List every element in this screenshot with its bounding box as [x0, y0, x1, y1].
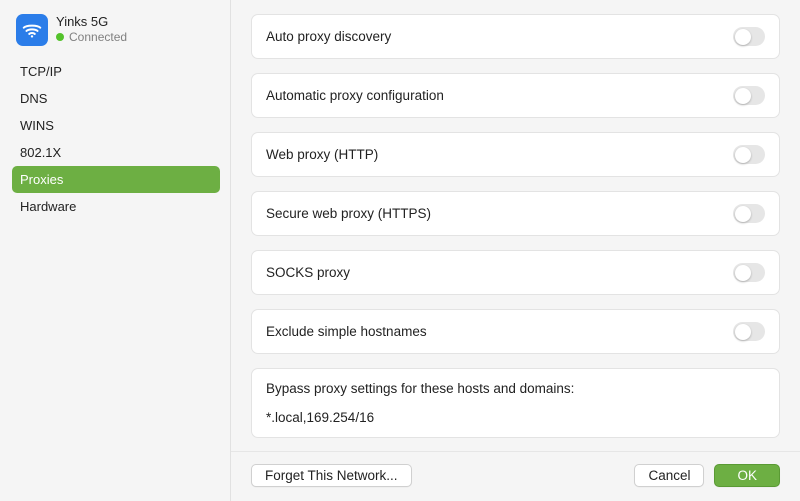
setting-label: Secure web proxy (HTTPS) [266, 206, 431, 221]
setting-auto-proxy-discovery: Auto proxy discovery [251, 14, 780, 59]
network-title-group: Yinks 5G Connected [56, 14, 127, 44]
toggle-auto-proxy-discovery[interactable] [733, 27, 765, 46]
setting-label: Auto proxy discovery [266, 29, 391, 44]
toggle-exclude-simple-hostnames[interactable] [733, 322, 765, 341]
cancel-button[interactable]: Cancel [634, 464, 704, 487]
setting-exclude-simple-hostnames: Exclude simple hostnames [251, 309, 780, 354]
sidebar-item-8021x[interactable]: 802.1X [12, 139, 220, 166]
sidebar-item-tcpip[interactable]: TCP/IP [12, 58, 220, 85]
toggle-knob-icon [735, 206, 751, 222]
toggle-knob-icon [735, 29, 751, 45]
network-name: Yinks 5G [56, 14, 127, 29]
setting-web-proxy-http: Web proxy (HTTP) [251, 132, 780, 177]
bypass-hosts-field[interactable]: *.local,169.254/16 [266, 410, 765, 425]
toggle-knob-icon [735, 147, 751, 163]
status-dot-icon [56, 33, 64, 41]
footer: Forget This Network... Cancel OK [231, 451, 800, 501]
bypass-title: Bypass proxy settings for these hosts an… [266, 381, 765, 396]
sidebar-item-wins[interactable]: WINS [12, 112, 220, 139]
toggle-knob-icon [735, 88, 751, 104]
network-header: Yinks 5G Connected [12, 10, 220, 58]
toggle-knob-icon [735, 324, 751, 340]
setting-label: SOCKS proxy [266, 265, 350, 280]
sidebar: Yinks 5G Connected TCP/IP DNS WINS 802.1… [0, 0, 230, 501]
status-text: Connected [69, 30, 127, 44]
setting-secure-web-proxy-https: Secure web proxy (HTTPS) [251, 191, 780, 236]
toggle-socks-proxy[interactable] [733, 263, 765, 282]
sidebar-item-proxies[interactable]: Proxies [12, 166, 220, 193]
connection-status: Connected [56, 30, 127, 44]
toggle-knob-icon [735, 265, 751, 281]
setting-socks-proxy: SOCKS proxy [251, 250, 780, 295]
setting-automatic-proxy-configuration: Automatic proxy configuration [251, 73, 780, 118]
main-panel: Auto proxy discovery Automatic proxy con… [231, 0, 800, 501]
toggle-web-proxy-http[interactable] [733, 145, 765, 164]
setting-label: Exclude simple hostnames [266, 324, 427, 339]
setting-label: Web proxy (HTTP) [266, 147, 378, 162]
toggle-automatic-proxy-configuration[interactable] [733, 86, 765, 105]
sidebar-item-hardware[interactable]: Hardware [12, 193, 220, 220]
forget-network-button[interactable]: Forget This Network... [251, 464, 412, 487]
sidebar-nav: TCP/IP DNS WINS 802.1X Proxies Hardware [12, 58, 220, 220]
bypass-proxy-box: Bypass proxy settings for these hosts an… [251, 368, 780, 438]
setting-label: Automatic proxy configuration [266, 88, 444, 103]
proxy-settings-list: Auto proxy discovery Automatic proxy con… [231, 0, 800, 451]
wifi-icon [16, 14, 48, 46]
sidebar-item-dns[interactable]: DNS [12, 85, 220, 112]
ok-button[interactable]: OK [714, 464, 780, 487]
toggle-secure-web-proxy-https[interactable] [733, 204, 765, 223]
